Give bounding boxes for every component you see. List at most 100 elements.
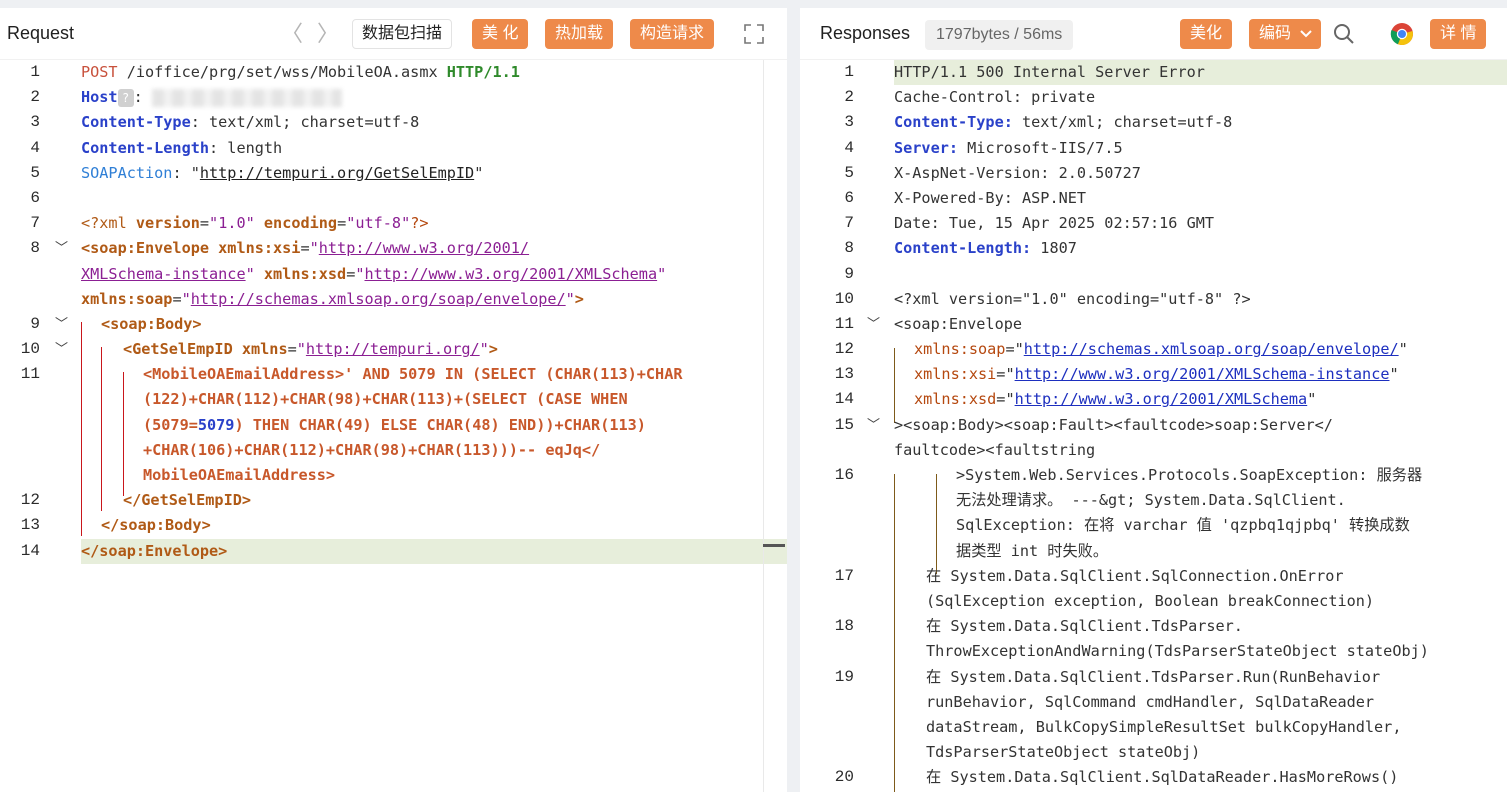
next-arrow-icon[interactable]: 〉 <box>317 21 339 47</box>
xml-value: "1.0" <box>209 214 255 233</box>
fold-chevron-icon[interactable]: ﹀ <box>55 337 68 362</box>
xml-url[interactable]: http://www.w3.org/2001/XMLSchema <box>365 265 658 283</box>
xml-url[interactable]: http://tempuri.org/ <box>306 340 480 358</box>
xml-url[interactable]: http://schemas.xmlsoap.org/soap/envelope… <box>191 290 566 308</box>
xml-token: = <box>172 289 182 308</box>
xml-tag: <GetSelEmpID <box>123 340 242 359</box>
xml-token: = <box>300 239 310 258</box>
line-number: 14 <box>20 541 40 560</box>
header-key: SOAPAction <box>81 163 173 182</box>
code-line: 2 Host?: <box>0 85 787 110</box>
code-line: 9 ﹀ <soap:Body> <box>0 312 787 337</box>
scrollbar-thumb[interactable] <box>763 544 785 547</box>
xml-attr: xmlns <box>914 390 960 409</box>
xml-tag: ><soap:Body><soap:Fault><faultcode>soap:… <box>894 415 1333 434</box>
xml-tag: </GetSelEmpID> <box>123 491 252 510</box>
code-line: MobileOAEmailAddress> <box>0 463 787 488</box>
code-line: 17 在 System.Data.SqlClient.SqlConnection… <box>800 564 1507 589</box>
fold-chevron-icon[interactable]: ﹀ <box>867 312 880 337</box>
xml-tag: <soap:Body> <box>101 314 202 333</box>
exception-text: 据类型 int 时失败。 <box>956 541 1109 560</box>
line-number: 11 <box>834 314 854 333</box>
stack-trace-text: (SqlException exception, Boolean breakCo… <box>926 591 1375 610</box>
line-number: 7 <box>844 214 854 233</box>
beautify-button[interactable]: 美 化 <box>472 19 529 49</box>
xml-token: > <box>574 289 584 308</box>
redacted-host <box>151 88 342 107</box>
code-line: 10 <?xml version="1.0" encoding="utf-8" … <box>800 287 1507 312</box>
xml-token: " <box>1389 365 1399 384</box>
code-line: 19 在 System.Data.SqlClient.TdsParser.Run… <box>800 665 1507 690</box>
xml-tag: </soap:Body> <box>101 516 211 535</box>
line-number: 7 <box>30 214 40 233</box>
build-request-button[interactable]: 构造请求 <box>630 19 715 49</box>
exception-text: 无法处理请求。 ---&gt; System.Data.SqlClient. <box>956 491 1346 510</box>
xml-url[interactable]: XMLSchema-instance <box>81 265 246 283</box>
code-line: 20 在 System.Data.SqlClient.SqlDataReader… <box>800 765 1507 790</box>
code-line: 13 </soap:Body> <box>0 513 787 538</box>
chrome-icon[interactable] <box>1390 22 1414 46</box>
line-number: 12 <box>20 491 40 510</box>
xml-url[interactable]: http://www.w3.org/2001/XMLSchema-instanc… <box>1015 365 1390 383</box>
xml-attr: xmlns <box>914 340 960 359</box>
details-button[interactable]: 详 情 <box>1430 19 1487 49</box>
xml-token: " <box>1307 390 1317 409</box>
quote: " <box>474 163 484 182</box>
prev-arrow-icon[interactable]: 〈 <box>281 21 303 47</box>
xml-token: " <box>657 264 667 283</box>
xml-url[interactable]: http://www.w3.org/2001/XMLSchema <box>1015 390 1308 408</box>
line-number: 20 <box>834 768 854 787</box>
header-value: Microsoft-IIS/7.5 <box>958 138 1123 157</box>
fold-chevron-icon[interactable]: ﹀ <box>55 236 68 261</box>
line-number: 17 <box>834 566 854 585</box>
xml-url[interactable]: http://www.w3.org/2001/ <box>319 239 529 257</box>
request-title: Request <box>7 23 75 43</box>
line-number: 5 <box>30 163 40 182</box>
response-stats-badge: 1797bytes / 56ms <box>925 20 1074 50</box>
hot-reload-button[interactable]: 热加载 <box>545 19 614 49</box>
xml-token: = <box>199 214 210 233</box>
stack-trace-text: TdsParserStateObject stateObj) <box>926 743 1201 762</box>
soap-action-url[interactable]: http://tempuri.org/GetSelEmpID <box>200 164 474 182</box>
xml-token: " <box>296 340 306 359</box>
payload-text: (122)+CHAR(112)+CHAR(98)+CHAR(113)+(SELE… <box>143 390 628 409</box>
code-line: 3 Content-Type: text/xml; charset=utf-8 <box>800 110 1507 135</box>
code-line: 7 <?xml version="1.0" encoding="utf-8"?> <box>0 211 787 236</box>
header-key: Content-Type <box>81 113 191 132</box>
line-number: 14 <box>834 390 854 409</box>
response-viewer[interactable]: 1 HTTP/1.1 500 Internal Server Error 2 C… <box>800 60 1507 792</box>
xml-tag: <soap:Envelope <box>81 239 219 258</box>
code-line: 无法处理请求。 ---&gt; System.Data.SqlClient. <box>800 488 1507 513</box>
help-icon[interactable]: ? <box>117 88 134 107</box>
line-number: 5 <box>844 163 854 182</box>
xml-url[interactable]: http://schemas.xmlsoap.org/soap/envelope… <box>1024 340 1399 358</box>
code-line: (122)+CHAR(112)+CHAR(98)+CHAR(113)+(SELE… <box>0 387 787 412</box>
expand-icon[interactable] <box>742 22 766 46</box>
xml-token: = <box>337 214 347 233</box>
code-line: faultcode><faultstring <box>800 438 1507 463</box>
scrollbar-track[interactable] <box>763 60 764 792</box>
xml-token: " <box>355 264 365 283</box>
beautify-button[interactable]: 美化 <box>1180 19 1233 49</box>
search-icon[interactable] <box>1332 22 1356 46</box>
fold-chevron-icon[interactable]: ﹀ <box>867 413 880 438</box>
packet-scan-button[interactable]: 数据包扫描 <box>352 19 453 49</box>
code-line: 12 </GetSelEmpID> <box>0 488 787 513</box>
line-number: 11 <box>20 365 40 384</box>
xml-attr: xmlns <box>914 365 960 384</box>
request-editor[interactable]: 1 POST /ioffice/prg/set/wss/MobileOA.asm… <box>0 60 787 792</box>
header-key: Content-Type: <box>894 113 1013 132</box>
exception-text: >System.Web.Services.Protocols.SoapExcep… <box>956 466 1423 484</box>
xml-token: <?xml <box>81 214 136 233</box>
header-key: Content-Length: <box>894 239 1032 258</box>
xml-token: ?> <box>410 214 429 233</box>
line-number: 3 <box>844 113 854 132</box>
encoding-dropdown[interactable]: 编码 <box>1249 19 1322 49</box>
fold-chevron-icon[interactable]: ﹀ <box>55 312 68 337</box>
stack-trace-text: 在 System.Data.SqlClient.TdsParser. <box>926 617 1243 636</box>
line-number: 3 <box>30 113 40 132</box>
line-number: 19 <box>834 667 854 686</box>
xml-token: " <box>1398 340 1408 359</box>
code-line: dataStream, BulkCopySimpleResultSet bulk… <box>800 715 1507 740</box>
line-number: 13 <box>20 516 40 535</box>
